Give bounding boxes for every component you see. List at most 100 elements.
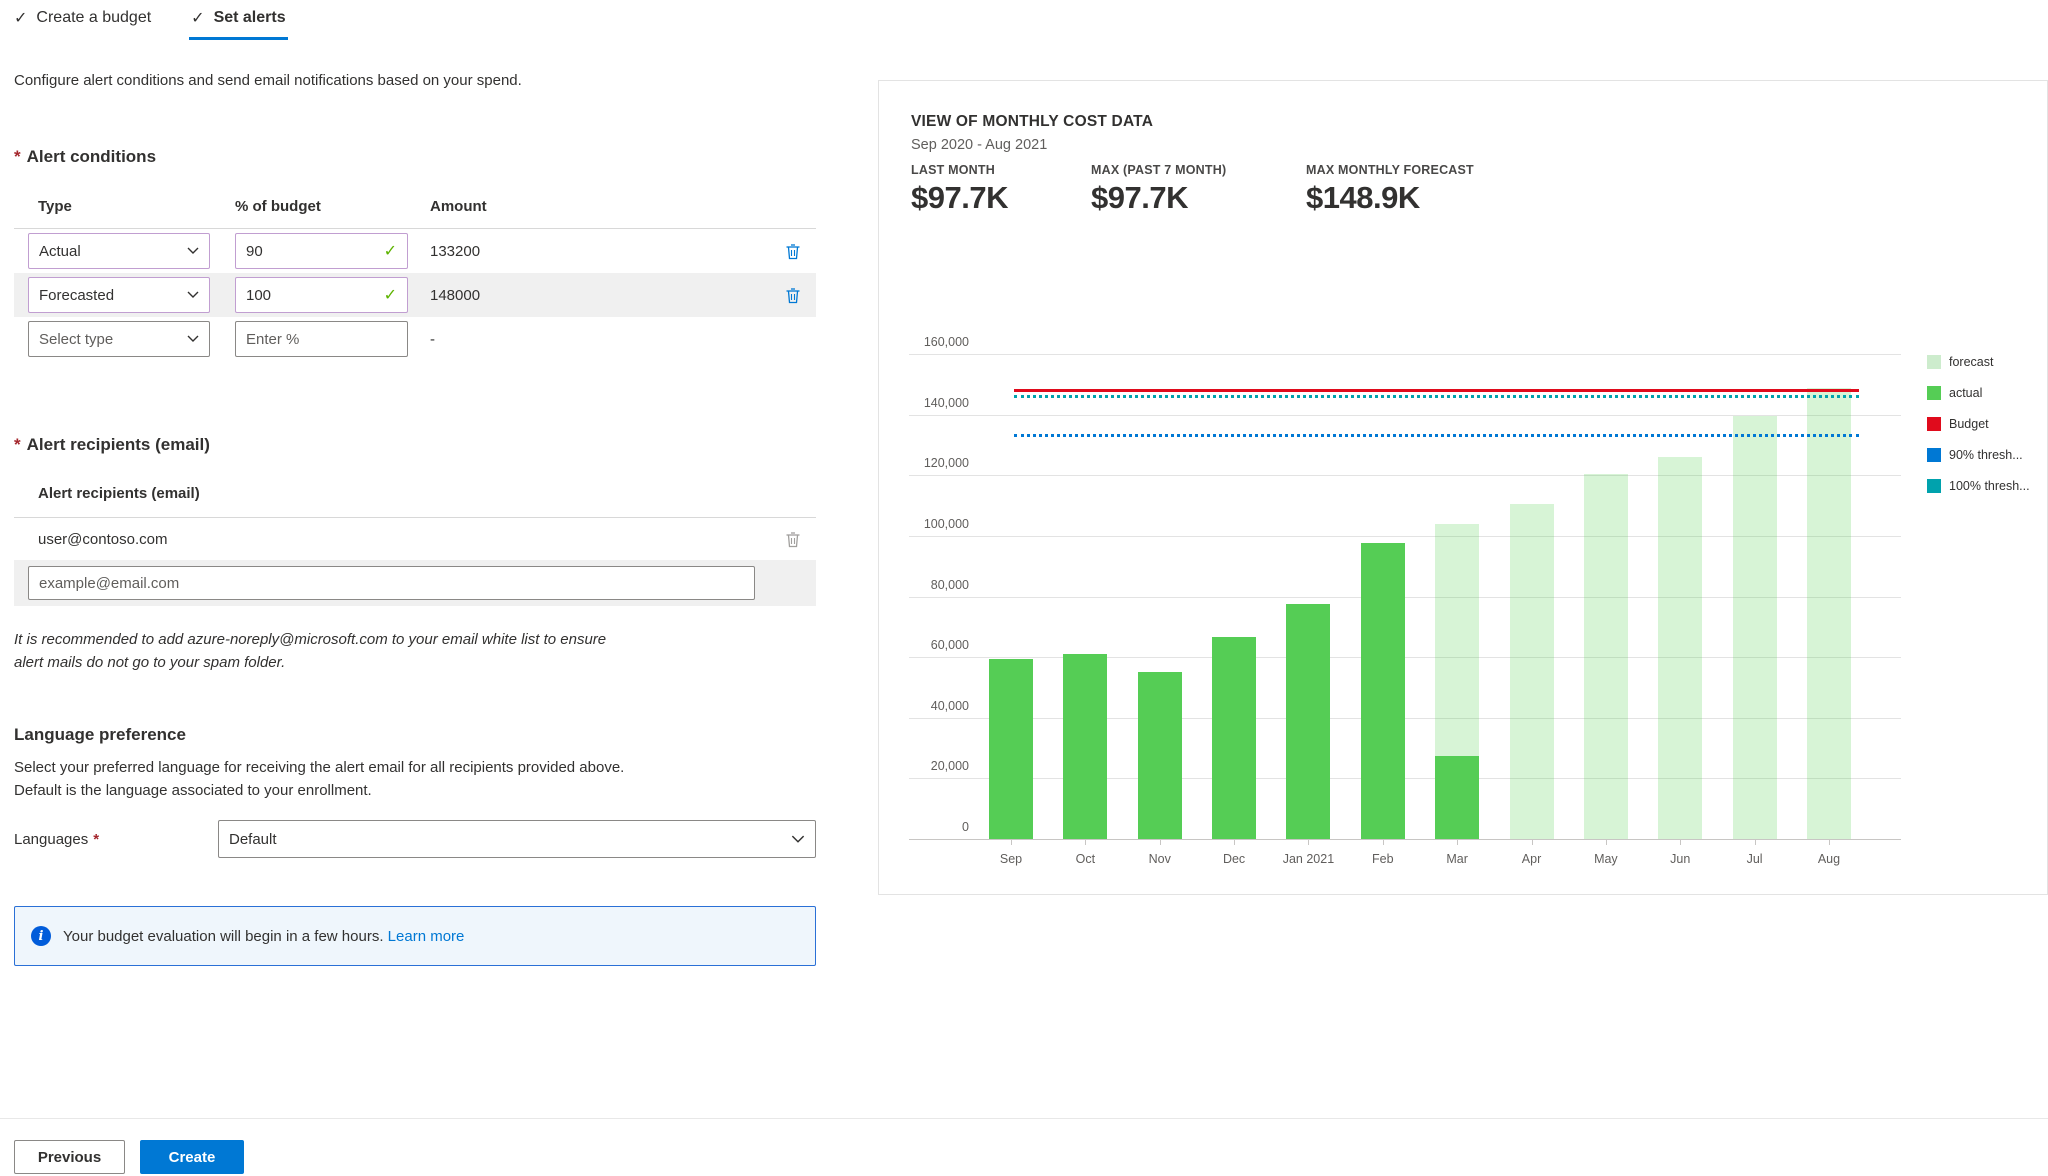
tab-label: Set alerts [213, 9, 286, 26]
chevron-down-icon [187, 247, 199, 255]
language-select[interactable]: Default [218, 820, 816, 858]
conditions-header-row: Type % of budget Amount [14, 185, 816, 229]
actual-bar-feb[interactable] [1360, 542, 1405, 839]
cost-chart-plot: 0 20,000 40,000 60,000 80,000 100,000 120,000 1… [909, 335, 1901, 866]
actual-bar-oct[interactable] [1063, 654, 1108, 839]
x-axis-tick [1680, 839, 1682, 845]
x-axis-tick [1605, 839, 1607, 845]
legend-swatch [1927, 354, 1941, 369]
x-axis-label: Apr [1521, 852, 1542, 866]
condition-row: Actual 90 ✓ 133200 [14, 229, 816, 273]
legend-label: actual [1949, 385, 1983, 400]
legend-swatch [1927, 385, 1941, 400]
whitelist-note: It is recommended to add azure-noreply@m… [14, 631, 607, 672]
tab-set-alerts[interactable]: ✓ Set alerts [189, 8, 289, 40]
x-axis-label: Sep [999, 852, 1023, 866]
learn-more-link[interactable]: Learn more [388, 928, 465, 945]
y-axis-label: 40,000 [930, 698, 969, 713]
delete-condition-button[interactable] [785, 287, 801, 304]
type-select-value: Forecasted [39, 286, 115, 304]
wizard-tabs: ✓ Create a budget ✓ Set alerts [14, 8, 289, 40]
recipient-email-input[interactable] [28, 566, 755, 600]
alert-conditions-heading: * Alert conditions [14, 147, 157, 166]
x-axis-tick [1754, 839, 1756, 845]
alert-conditions-table: Type % of budget Amount Actual 90 ✓ 1332… [14, 185, 816, 361]
page-description: Configure alert conditions and send emai… [14, 72, 522, 89]
legend-label: 90% thresh... [1949, 447, 2023, 462]
column-percent: % of budget [235, 198, 321, 215]
valid-check-icon: ✓ [383, 243, 397, 260]
actual-bar-jan-2021[interactable] [1286, 604, 1331, 839]
percent-input[interactable]: 90 ✓ [235, 233, 408, 269]
recipient-row: user@contoso.com [14, 518, 816, 560]
x-axis-label: Aug [1817, 852, 1841, 866]
actual-bar-dec[interactable] [1212, 637, 1257, 839]
legend-label: forecast [1949, 354, 1994, 369]
type-select[interactable]: Actual [28, 233, 210, 269]
chevron-down-icon [187, 291, 199, 299]
percent-value: 90 [246, 242, 263, 260]
chevron-down-icon [791, 835, 805, 844]
column-amount: Amount [430, 198, 487, 215]
actual-bar-nov[interactable] [1137, 672, 1182, 839]
x-axis-tick [1085, 839, 1087, 845]
x-axis-label: Oct [1075, 852, 1096, 866]
delete-recipient-button[interactable] [785, 531, 801, 548]
y-axis-label: 0 [962, 820, 969, 834]
y-axis-label: 160,000 [923, 335, 969, 349]
x-axis-label: Dec [1222, 852, 1246, 866]
chart-stats: LAST MONTH $97.7K MAX (PAST 7 MONTH) $97… [911, 163, 1474, 216]
language-description: Select your preferred language for recei… [14, 759, 625, 799]
legend-item-90-thresh-[interactable]: 90% thresh... [1927, 439, 2030, 470]
previous-button[interactable]: Previous [14, 1140, 125, 1174]
gridline [909, 354, 1901, 355]
legend-item-100-thresh-[interactable]: 100% thresh... [1927, 470, 2030, 501]
actual-bar-sep[interactable] [989, 658, 1033, 839]
recipient-input-row [14, 560, 816, 606]
amount-empty: - [430, 330, 435, 348]
percent-input[interactable]: 100 ✓ [235, 277, 408, 313]
tab-create-a-budget[interactable]: ✓ Create a budget [14, 8, 151, 40]
legend-swatch [1927, 447, 1941, 462]
delete-condition-button[interactable] [785, 243, 801, 260]
legend-item-forecast[interactable]: forecast [1927, 346, 2030, 377]
chart-legend: forecast actual Budget 90% thresh... 100% th… [1927, 346, 2030, 501]
language-preference-heading: Language preference [14, 725, 186, 744]
type-select[interactable]: Forecasted [28, 277, 210, 313]
create-button[interactable]: Create [140, 1140, 244, 1174]
legend-item-budget[interactable]: Budget [1927, 408, 2030, 439]
budget-line [1014, 389, 1859, 393]
recipients-table: Alert recipients (email) user@contoso.co… [14, 470, 816, 606]
forecast-bar-jun[interactable] [1658, 457, 1703, 839]
y-axis-label: 60,000 [930, 638, 969, 653]
legend-item-actual[interactable]: actual [1927, 377, 2030, 408]
x-axis-tick [1308, 839, 1310, 845]
y-axis-label: 100,000 [923, 516, 969, 531]
x-axis-label: Nov [1148, 852, 1171, 866]
actual-bar-mar[interactable] [1435, 755, 1480, 839]
x-axis-label: May [1594, 852, 1618, 866]
forecast-bar-may[interactable] [1583, 473, 1628, 839]
forecast-bar-apr[interactable] [1509, 504, 1554, 839]
recipients-column-header: Alert recipients (email) [14, 470, 816, 518]
languages-label: Languages * [14, 830, 100, 848]
language-row: Languages * Default [14, 820, 816, 858]
forecast-bar-aug[interactable] [1806, 387, 1851, 839]
type-select-placeholder: Select type [39, 330, 114, 348]
condition-row-empty: Select type Enter % - [14, 317, 816, 361]
monthly-cost-panel: VIEW OF MONTHLY COST DATA Sep 2020 - Aug… [878, 80, 2048, 895]
x-axis-tick [1828, 839, 1830, 845]
step-complete-check-icon: ✓ [191, 10, 205, 27]
info-icon: i [31, 926, 51, 946]
legend-label: Budget [1949, 416, 1989, 431]
language-select-value: Default [229, 830, 277, 848]
type-select[interactable]: Select type [28, 321, 210, 357]
legend-swatch [1927, 416, 1941, 431]
x-axis-label: Jun [1670, 852, 1691, 866]
stat-max-monthly-forecast: MAX MONTHLY FORECAST $148.9K [1306, 163, 1474, 215]
x-axis-tick [1234, 839, 1236, 845]
set-alerts-page: ✓ Create a budget ✓ Set alerts Configure… [0, 0, 2048, 1176]
percent-input[interactable]: Enter % [235, 321, 408, 357]
chevron-down-icon [187, 335, 199, 343]
forecast-bar-jul[interactable] [1732, 416, 1777, 839]
